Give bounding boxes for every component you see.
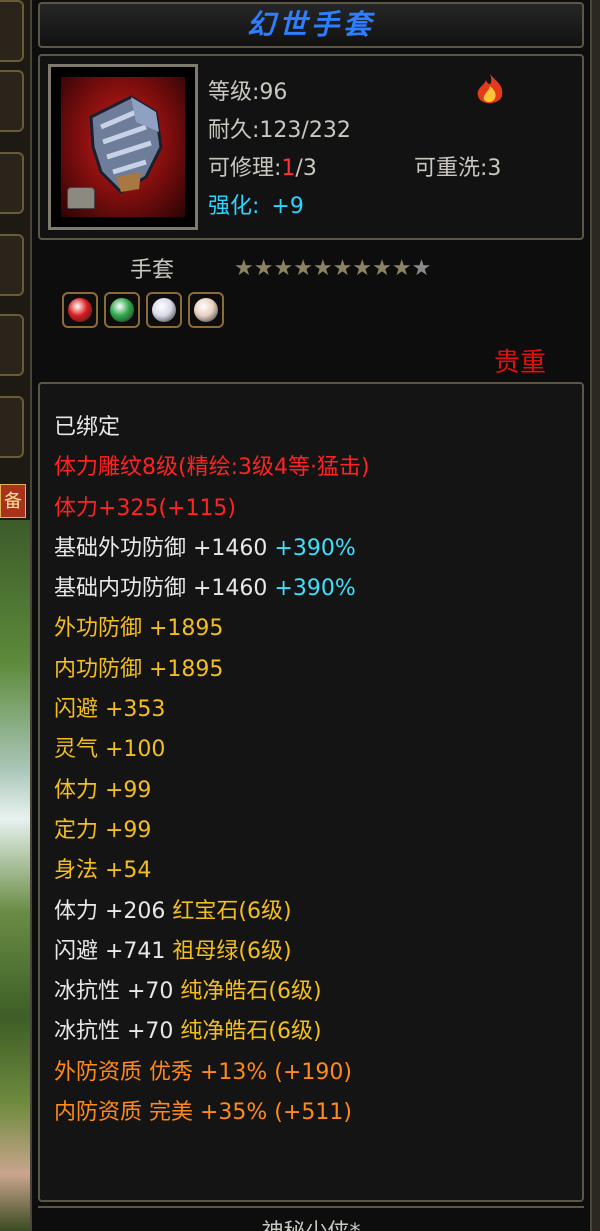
attribute-text: 纯净皓石(6级): [180, 979, 322, 1005]
equipment-slot[interactable]: [0, 0, 24, 62]
attribute-text: 冰抗性 +70: [54, 1019, 181, 1045]
star-rating: ★★★★★★★★★★: [234, 256, 431, 281]
attribute-text: 体力+325(+115): [54, 495, 237, 521]
attribute-row: 体力 +206 红宝石(6级): [54, 892, 370, 932]
star-icon: ★: [273, 256, 294, 281]
attribute-row: 已绑定: [54, 408, 370, 448]
star-icon: ★: [352, 256, 373, 281]
equipment-slot[interactable]: [0, 70, 24, 132]
item-quality: 贵重: [494, 348, 547, 378]
footer-text: 神秘少侠*: [261, 1220, 360, 1231]
star-icon: ★: [372, 256, 392, 281]
star-icon: ★: [411, 256, 432, 281]
green-gem-icon: [104, 292, 140, 328]
item-level: 等级:96: [208, 80, 288, 105]
equipment-slot[interactable]: [0, 234, 24, 296]
attribute-row: 体力雕纹8级(精绘:3级4等·猛击): [54, 448, 370, 488]
attribute-row: 体力+325(+115): [54, 489, 370, 529]
attribute-row: 体力 +99: [54, 771, 370, 811]
attribute-row: 内防资质 完美 +35% (+511): [54, 1093, 370, 1133]
attribute-text: 体力 +99: [54, 777, 152, 803]
attribute-row: 基础外功防御 +1460 +390%: [54, 529, 370, 569]
red-gem-icon: [62, 292, 98, 328]
attribute-row: 外防资质 优秀 +13% (+190): [54, 1053, 370, 1093]
item-name: 幻世手套: [246, 8, 375, 41]
attribute-text: 体力 +206: [54, 898, 173, 924]
attribute-row: 冰抗性 +70 纯净皓石(6级): [54, 1012, 370, 1052]
attribute-row: 闪避 +741 祖母绿(6级): [54, 932, 370, 972]
attribute-text: 纯净皓石(6级): [180, 1019, 322, 1045]
side-tab[interactable]: 备: [0, 484, 26, 518]
attribute-text: 冰抗性 +70: [54, 979, 181, 1005]
star-icon: ★: [312, 256, 333, 281]
item-tooltip: 幻世手套 等级:96 耐久:123/232 可修理:1/3 可重洗:3 强化: +…: [30, 0, 592, 1231]
attribute-text: 外防资质 优秀 +13% (+190): [54, 1059, 352, 1085]
attribute-text: 身法 +54: [54, 858, 152, 884]
star-icon: ★: [253, 256, 274, 281]
flame-icon: [477, 74, 503, 104]
attribute-text: +390%: [274, 535, 356, 561]
attribute-row: 身法 +54: [54, 851, 370, 891]
attribute-list: 已绑定体力雕纹8级(精绘:3级4等·猛击) 体力+325(+115) 基础外功防御 …: [54, 408, 370, 1133]
item-header: 等级:96 耐久:123/232 可修理:1/3 可重洗:3 强化: +9: [38, 54, 584, 240]
equipment-slot[interactable]: [0, 314, 24, 376]
attribute-text: 基础内功防御 +1460: [54, 576, 275, 602]
white-gem-icon: [146, 292, 182, 328]
attribute-text: 定力 +99: [54, 817, 152, 843]
attribute-box: 已绑定体力雕纹8级(精绘:3级4等·猛击) 体力+325(+115) 基础外功防御 …: [38, 382, 584, 1202]
attribute-row: 冰抗性 +70 纯净皓石(6级): [54, 972, 370, 1012]
gem-slots: [62, 292, 224, 328]
footer-bar: 神秘少侠*: [38, 1206, 584, 1231]
attribute-text: 灵气 +100: [54, 737, 166, 763]
star-icon: ★: [332, 256, 353, 281]
star-icon: ★: [234, 256, 254, 281]
game-scene: [0, 520, 30, 1231]
item-icon-frame: [48, 64, 198, 230]
attribute-text: 红宝石(6级): [172, 898, 292, 924]
item-repair: 可修理:1/3: [208, 156, 317, 181]
item-enhance: 强化: +9: [208, 194, 304, 219]
star-icon: ★: [391, 256, 412, 281]
title-bar: 幻世手套: [38, 2, 584, 48]
attribute-row: 定力 +99: [54, 811, 370, 851]
attribute-text: 闪避 +741: [54, 938, 173, 964]
attribute-text: 已绑定: [54, 415, 121, 440]
item-type: 手套: [130, 258, 175, 283]
panel-edge: [592, 0, 600, 1231]
attribute-text: 内功防御 +1895: [54, 656, 224, 682]
item-durability: 耐久:123/232: [208, 118, 351, 143]
attribute-text: 内防资质 完美 +35% (+511): [54, 1100, 352, 1126]
equipment-slot[interactable]: [0, 396, 24, 458]
attribute-text: 闪避 +353: [54, 697, 166, 723]
attribute-row: 灵气 +100: [54, 730, 370, 770]
star-icon: ★: [293, 256, 313, 281]
gauntlet-icon: [61, 77, 185, 217]
attribute-row: 内功防御 +1895: [54, 650, 370, 690]
game-sidebar: 备: [0, 0, 30, 1231]
item-rewash: 可重洗:3: [414, 156, 502, 181]
equipment-slot[interactable]: [0, 152, 24, 214]
attribute-row: 基础内功防御 +1460 +390%: [54, 569, 370, 609]
attribute-text: +390%: [274, 576, 356, 602]
attribute-row: 闪避 +353: [54, 690, 370, 730]
attribute-text: 体力雕纹8级(精绘:3级4等·猛击): [54, 455, 370, 481]
attribute-row: 外功防御 +1895: [54, 609, 370, 649]
bound-lock-icon: [67, 187, 95, 209]
attribute-text: 基础外功防御 +1460: [54, 535, 275, 561]
white-gem-icon: [188, 292, 224, 328]
attribute-text: 外功防御 +1895: [54, 616, 224, 642]
attribute-text: 祖母绿(6级): [172, 938, 292, 964]
